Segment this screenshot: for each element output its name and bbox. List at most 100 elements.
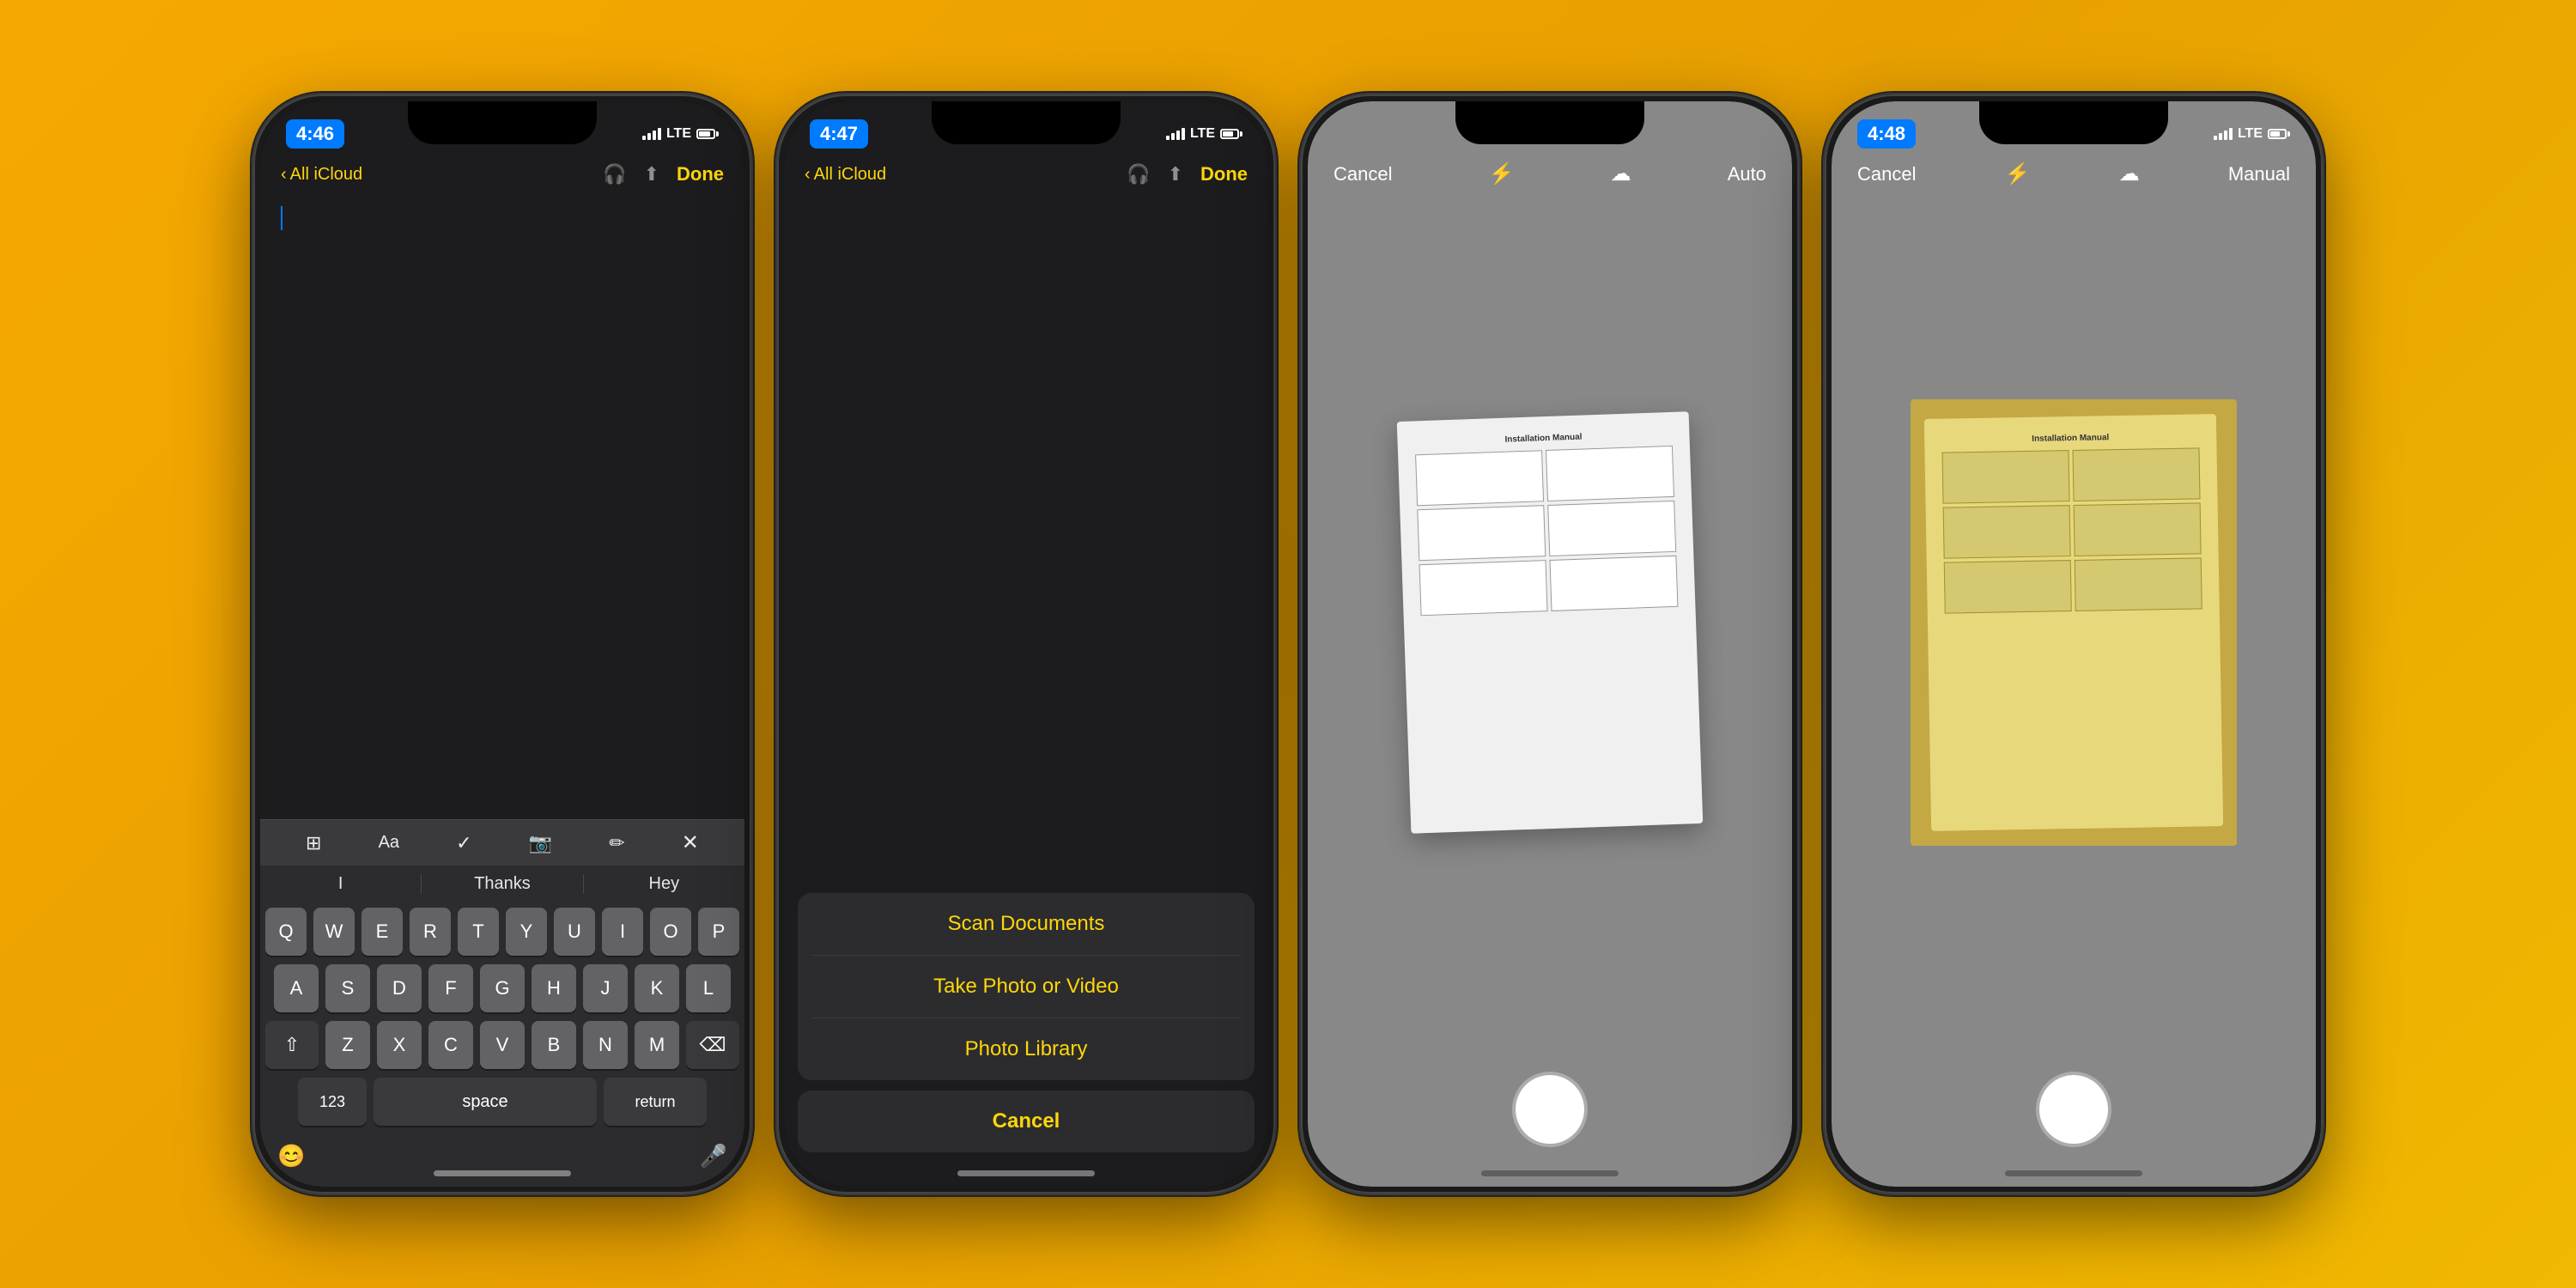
signal-icon-4 — [2214, 128, 2233, 140]
key-X[interactable]: X — [377, 1021, 422, 1069]
key-M[interactable]: M — [635, 1021, 679, 1069]
notch-2 — [932, 101, 1121, 144]
key-D[interactable]: D — [377, 964, 422, 1012]
key-A[interactable]: A — [274, 964, 319, 1012]
camera-toolbar-icon[interactable]: 📷 — [529, 832, 552, 854]
doc-title-3: Installation Manual — [1414, 429, 1672, 447]
key-K[interactable]: K — [635, 964, 679, 1012]
key-space[interactable]: space — [374, 1078, 597, 1126]
cancel-button-2[interactable]: Cancel — [798, 1091, 1255, 1152]
doc-cell-4 — [1547, 501, 1676, 556]
doc-cell-2 — [1546, 446, 1674, 501]
mode-label-3[interactable]: Auto — [1728, 163, 1766, 185]
doc-cell-4-2 — [2072, 447, 2200, 501]
key-J[interactable]: J — [583, 964, 628, 1012]
keyboard-area-1: ⊞ Aa ✓ 📷 ✏ ✕ I Thanks Hey — [260, 819, 744, 1187]
toolbar-bar: ⊞ Aa ✓ 📷 ✏ ✕ — [260, 819, 744, 866]
key-Q[interactable]: Q — [265, 908, 307, 956]
key-G[interactable]: G — [480, 964, 525, 1012]
phone-4: 4:48 LTE — [1825, 94, 2323, 1194]
key-B[interactable]: B — [532, 1021, 576, 1069]
key-L[interactable]: L — [686, 964, 731, 1012]
key-W[interactable]: W — [313, 908, 355, 956]
key-R[interactable]: R — [410, 908, 451, 956]
key-Y[interactable]: Y — [506, 908, 547, 956]
lte-label-2: LTE — [1190, 126, 1215, 142]
notch-3 — [1455, 101, 1644, 144]
shutter-button-3[interactable] — [1516, 1075, 1584, 1144]
key-row-4: 123 space return — [265, 1078, 739, 1126]
flash-icon-3[interactable]: ⚡ — [1489, 161, 1515, 186]
back-button-2[interactable]: ‹ All iCloud — [805, 165, 886, 185]
doc-cell-6 — [1549, 556, 1678, 611]
doc-cell-4-1 — [1942, 450, 2070, 504]
checklist-icon[interactable]: ✓ — [456, 832, 471, 854]
nav-icons-2: 🎧 ⬆ Done — [1127, 163, 1248, 185]
note-content-1[interactable] — [260, 192, 744, 244]
signal-icon-2 — [1166, 128, 1185, 140]
mode-label-4[interactable]: Manual — [2228, 163, 2290, 185]
key-H[interactable]: H — [532, 964, 576, 1012]
cancel-button-4[interactable]: Cancel — [1857, 163, 1916, 185]
moon-icon-4[interactable]: ☁ — [2119, 161, 2140, 186]
pred-word-1[interactable]: I — [260, 874, 421, 894]
key-U[interactable]: U — [554, 908, 595, 956]
key-Z[interactable]: Z — [325, 1021, 370, 1069]
take-photo-button[interactable]: Take Photo or Video — [798, 956, 1255, 1018]
share-icon[interactable]: ⬆ — [644, 163, 659, 185]
phone-3: Cancel ⚡ ☁ Auto Installation Manual — [1301, 94, 1799, 1194]
shutter-button-4[interactable] — [2039, 1075, 2108, 1144]
back-label-1: All iCloud — [290, 165, 362, 185]
key-delete[interactable]: ⌫ — [686, 1021, 739, 1069]
scan-documents-button[interactable]: Scan Documents — [798, 893, 1255, 955]
mic-key[interactable]: 🎤 — [700, 1143, 727, 1170]
doc-grid-3 — [1415, 446, 1678, 616]
cancel-button-3[interactable]: Cancel — [1334, 163, 1392, 185]
key-row-3: ⇧ Z X C V B N M ⌫ — [265, 1021, 739, 1069]
key-shift[interactable]: ⇧ — [265, 1021, 319, 1069]
nav-icons-1: 🎧 ⬆ Done — [603, 163, 724, 185]
key-I[interactable]: I — [602, 908, 643, 956]
status-icons-4: LTE — [2214, 126, 2290, 142]
headphones-icon[interactable]: 🎧 — [603, 163, 626, 185]
key-F[interactable]: F — [428, 964, 473, 1012]
draw-icon[interactable]: ✏ — [609, 832, 624, 854]
camera-viewfinder-3: Installation Manual — [1308, 161, 1792, 1084]
headphones-icon-2[interactable]: 🎧 — [1127, 163, 1150, 185]
format-icon[interactable]: Aa — [379, 833, 399, 853]
doc-cell-3 — [1417, 505, 1546, 561]
pred-word-2[interactable]: Thanks — [422, 874, 582, 894]
phone3-screen: Cancel ⚡ ☁ Auto Installation Manual — [1308, 101, 1792, 1187]
emoji-key[interactable]: 😊 — [277, 1143, 305, 1170]
home-bar-2 — [957, 1170, 1095, 1176]
done-button-2[interactable]: Done — [1200, 163, 1248, 185]
flash-icon-4[interactable]: ⚡ — [2005, 161, 2031, 186]
key-numbers[interactable]: 123 — [298, 1078, 367, 1126]
doc-title-4: Installation Manual — [1941, 431, 2199, 445]
done-button-1[interactable]: Done — [677, 163, 724, 185]
doc-content-4: Installation Manual — [1924, 414, 2220, 631]
key-N[interactable]: N — [583, 1021, 628, 1069]
key-C[interactable]: C — [428, 1021, 473, 1069]
back-button-1[interactable]: ‹ All iCloud — [281, 165, 362, 185]
key-S[interactable]: S — [325, 964, 370, 1012]
key-V[interactable]: V — [480, 1021, 525, 1069]
text-cursor — [281, 206, 283, 230]
table-icon[interactable]: ⊞ — [306, 832, 321, 854]
phone1-screen: 4:46 LTE — [260, 101, 744, 1187]
key-return[interactable]: return — [604, 1078, 707, 1126]
pred-word-3[interactable]: Hey — [584, 874, 744, 894]
share-icon-2[interactable]: ⬆ — [1168, 163, 1183, 185]
keyboard-bottom-bar: 😊 🎤 — [260, 1134, 744, 1187]
time-badge-4: 4:48 — [1857, 119, 1916, 149]
key-E[interactable]: E — [361, 908, 403, 956]
key-T[interactable]: T — [458, 908, 499, 956]
home-bar-4 — [2005, 1170, 2142, 1176]
key-P[interactable]: P — [698, 908, 739, 956]
photo-library-button[interactable]: Photo Library — [798, 1018, 1255, 1080]
key-O[interactable]: O — [650, 908, 691, 956]
camera-controls-3: Cancel ⚡ ☁ Auto — [1308, 153, 1792, 195]
doc-cell-4-5 — [1944, 560, 2072, 614]
close-keyboard-icon[interactable]: ✕ — [682, 830, 699, 855]
moon-icon-3[interactable]: ☁ — [1611, 161, 1631, 186]
